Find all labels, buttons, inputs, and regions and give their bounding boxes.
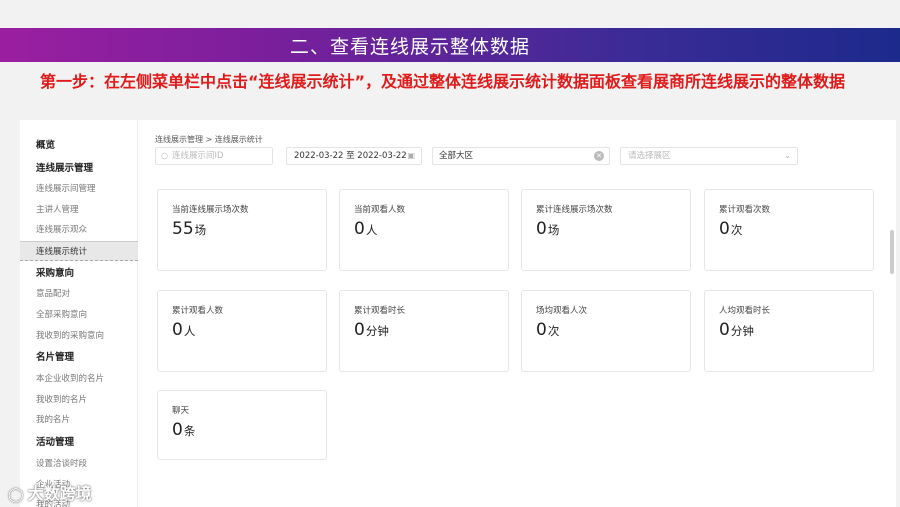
exhibit-area-select[interactable]: 请选择展区 ⌄ <box>620 147 798 165</box>
scrollbar[interactable] <box>890 230 894 274</box>
stat-value: 0人 <box>172 320 196 340</box>
stat-label: 累计观看次数 <box>719 205 771 215</box>
sidebar-item-my-card[interactable]: 我的名片 <box>20 410 138 430</box>
stat-card-avg-watch-time: 人均观看时长 0分钟 <box>704 290 874 372</box>
search-icon: ○ <box>161 151 168 160</box>
stat-label: 累计连线展示场次数 <box>536 205 613 215</box>
stat-card-avg-views: 场均观看人次 0次 <box>521 290 691 372</box>
exhibit-area-placeholder: 请选择展区 <box>628 151 671 161</box>
stat-label: 当前连线展示场次数 <box>172 205 249 215</box>
region-select[interactable]: 全部大区 ✕ <box>432 147 610 165</box>
stat-card-total-viewers: 累计观看人数 0人 <box>157 290 327 372</box>
watermark-logo-icon: ◯ <box>8 487 24 503</box>
stat-label: 当前观看人数 <box>354 205 406 215</box>
watermark-text: 大数跨境 <box>27 484 92 503</box>
chevron-down-icon: ⌄ <box>784 151 791 160</box>
sidebar-item-room-management[interactable]: 连线展示间管理 <box>20 179 138 199</box>
stat-label: 人均观看时长 <box>719 306 771 316</box>
sidebar-item-speaker-management[interactable]: 主讲人管理 <box>20 200 138 220</box>
stat-label: 场均观看人次 <box>536 306 588 316</box>
sidebar-group-cards[interactable]: 名片管理 <box>20 348 138 368</box>
stat-value: 0次 <box>536 320 560 340</box>
sidebar-item-overview[interactable]: 概览 <box>20 136 138 156</box>
sidebar-item-statistics[interactable]: 连线展示统计 <box>20 241 138 261</box>
stat-label: 累计观看人数 <box>172 306 224 316</box>
banner-title: 二、查看连线展示整体数据 <box>290 36 531 58</box>
stat-card-chat: 聊天 0条 <box>157 390 327 460</box>
breadcrumb: 连线展示管理 > 连线展示统计 <box>155 135 263 144</box>
date-range-value: 2022-03-22 至 2022-03-22 <box>294 151 407 161</box>
app-window: 概览 连线展示管理 连线展示间管理 主讲人管理 连线展示观众 连线展示统计 采购… <box>20 120 896 507</box>
clear-icon[interactable]: ✕ <box>594 151 604 161</box>
sidebar-item-received-intents[interactable]: 我收到的采购意向 <box>20 326 138 346</box>
stat-value: 0分钟 <box>354 320 389 340</box>
region-value: 全部大区 <box>439 151 474 161</box>
instruction-text: 第一步：在左侧菜单栏中点击“连线展示统计”，及通过整体连线展示统计数据面板查看展… <box>40 72 846 91</box>
date-range-picker[interactable]: 2022-03-22 至 2022-03-22 ▣ <box>286 147 422 165</box>
stat-label: 聊天 <box>172 406 190 416</box>
stat-card-current-sessions: 当前连线展示场次数 55场 <box>157 189 327 271</box>
stat-label: 累计观看时长 <box>354 306 406 316</box>
sidebar-group-live-display[interactable]: 连线展示管理 <box>20 159 138 179</box>
sidebar: 概览 连线展示管理 连线展示间管理 主讲人管理 连线展示观众 连线展示统计 采购… <box>20 120 138 507</box>
sidebar-item-received-cards[interactable]: 我收到的名片 <box>20 390 138 410</box>
sidebar-item-meeting-slots[interactable]: 设置洽谈时段 <box>20 454 138 474</box>
main-content: 连线展示管理 > 连线展示统计 ○ 连线展示间ID 2022-03-22 至 2… <box>138 120 896 507</box>
stat-value: 55场 <box>172 219 207 239</box>
room-id-placeholder: 连线展示间ID <box>172 151 224 161</box>
stat-value: 0次 <box>719 219 743 239</box>
sidebar-item-audience[interactable]: 连线展示观众 <box>20 220 138 240</box>
stat-value: 0条 <box>172 420 196 440</box>
sidebar-group-purchase-intent[interactable]: 采购意向 <box>20 264 138 284</box>
stat-card-current-viewers: 当前观看人数 0人 <box>339 189 509 271</box>
sidebar-group-events[interactable]: 活动管理 <box>20 433 138 453</box>
stat-card-total-sessions: 累计连线展示场次数 0场 <box>521 189 691 271</box>
stat-card-total-watch-time: 累计观看时长 0分钟 <box>339 290 509 372</box>
stat-card-total-views: 累计观看次数 0次 <box>704 189 874 271</box>
sidebar-item-matching[interactable]: 意品配对 <box>20 284 138 304</box>
stat-value: 0人 <box>354 219 378 239</box>
sidebar-item-company-cards[interactable]: 本企业收到的名片 <box>20 369 138 389</box>
title-banner: 二、查看连线展示整体数据 <box>0 28 900 62</box>
room-id-search-input[interactable]: ○ 连线展示间ID <box>155 147 273 165</box>
stat-value: 0场 <box>536 219 560 239</box>
calendar-icon: ▣ <box>407 151 415 160</box>
watermark: ◯ 大数跨境 <box>8 480 92 504</box>
stat-value: 0分钟 <box>719 320 754 340</box>
sidebar-item-all-intents[interactable]: 全部采购意向 <box>20 305 138 325</box>
